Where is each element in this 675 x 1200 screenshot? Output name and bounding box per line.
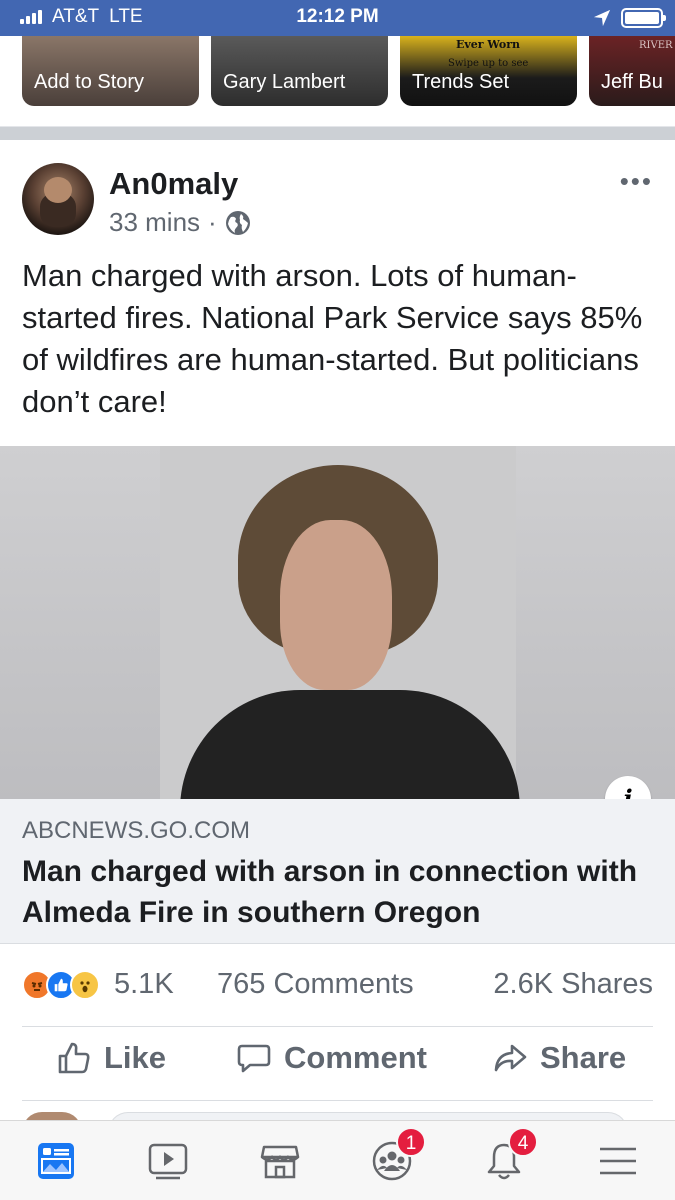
like-label: Like (104, 1040, 167, 1075)
tab-news-feed[interactable] (26, 1135, 86, 1187)
battery-icon (621, 8, 666, 28)
tab-menu[interactable] (588, 1135, 648, 1187)
story-overlay-title: Ever Worn (456, 38, 520, 51)
news-feed-icon (38, 1143, 74, 1179)
story-card-trends-set[interactable]: Ever Worn Swipe up to see Trends Set (400, 36, 577, 106)
notifications-badge: 4 (508, 1127, 538, 1157)
groups-badge: 1 (396, 1127, 426, 1157)
author-avatar[interactable] (22, 163, 94, 235)
location-icon (593, 9, 611, 27)
watch-icon (148, 1143, 188, 1180)
tab-marketplace[interactable] (250, 1135, 310, 1187)
author-name[interactable]: An0maly (109, 166, 238, 202)
share-label: Share (540, 1040, 627, 1075)
story-card-jeff[interactable]: RIVER Jeff Bu (589, 36, 675, 106)
tab-watch[interactable] (138, 1135, 198, 1187)
menu-icon (600, 1147, 636, 1175)
story-card-add[interactable]: Add to Story (22, 36, 199, 106)
link-title: Man charged with arson in connection wit… (22, 855, 638, 929)
post-text: Man charged with arson. Lots of human-st… (22, 258, 643, 419)
globe-icon (225, 210, 250, 235)
stories-strip[interactable]: Add to Story Gary Lambert Ever Worn Swip… (0, 36, 675, 126)
post-actions: Like Comment Share (0, 1040, 675, 1090)
meta-separator: · (208, 207, 217, 237)
like-button[interactable]: Like (56, 1040, 166, 1076)
share-icon (494, 1044, 527, 1072)
share-button[interactable]: Share (492, 1040, 626, 1076)
tab-groups[interactable]: 1 (362, 1127, 426, 1187)
tab-notifications[interactable]: 4 (474, 1127, 538, 1187)
more-options-icon[interactable]: ••• (620, 166, 653, 197)
story-card-gary-lambert[interactable]: Gary Lambert (211, 36, 388, 106)
feed-separator (0, 126, 675, 140)
status-icons (593, 8, 666, 28)
story-label: Trends Set (412, 71, 510, 93)
like-icon (58, 1042, 90, 1074)
post-meta: 33 mins · (109, 207, 251, 238)
story-label: Gary Lambert (223, 71, 346, 93)
comment-label: Comment (284, 1040, 427, 1075)
story-overlay-title: RIVER (639, 40, 673, 51)
status-bar: AT&T LTE 12:12 PM (0, 0, 675, 36)
divider (22, 1026, 653, 1027)
story-overlay-subtitle: Swipe up to see (448, 58, 529, 69)
shares-count[interactable]: 2.6K Shares (493, 968, 653, 1001)
story-label: Jeff Bu (601, 71, 663, 93)
comments-count[interactable]: 765 Comments (217, 968, 414, 1001)
reactions-summary[interactable]: 5.1K (22, 968, 174, 1001)
reaction-count: 5.1K (114, 968, 174, 1000)
link-preview[interactable]: ABCNEWS.GO.COM Man charged with arson in… (0, 799, 675, 944)
link-domain: ABCNEWS.GO.COM (22, 817, 251, 844)
post-time[interactable]: 33 mins (109, 207, 200, 238)
divider (22, 1100, 653, 1101)
wow-reaction-icon (70, 969, 100, 1000)
bottom-tab-bar: 1 4 (0, 1120, 675, 1200)
marketplace-icon (260, 1145, 300, 1179)
story-label: Add to Story (34, 71, 145, 93)
comment-icon (237, 1044, 271, 1073)
status-time: 12:12 PM (296, 6, 379, 27)
comment-button[interactable]: Comment (236, 1040, 427, 1076)
